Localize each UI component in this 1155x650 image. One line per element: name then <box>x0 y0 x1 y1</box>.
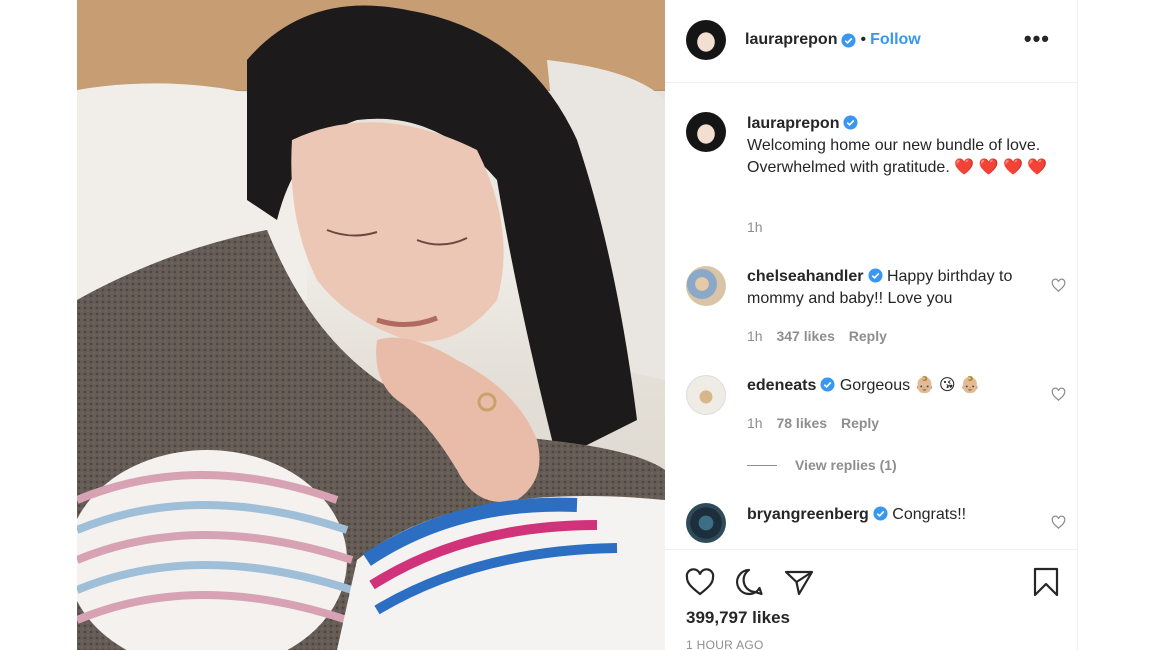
post-header: lauraprepon • Follow ••• <box>665 0 1078 83</box>
comment-likes[interactable]: 78 likes <box>776 415 827 431</box>
owner-avatar[interactable] <box>686 20 726 60</box>
header-username[interactable]: lauraprepon <box>745 31 837 49</box>
like-heart-icon[interactable] <box>684 566 716 598</box>
comment-time[interactable]: 1h <box>747 328 763 344</box>
comment-text-block: bryangreenberg Congrats!! <box>747 504 1057 526</box>
reply-button[interactable]: Reply <box>849 328 887 344</box>
commenter-avatar[interactable] <box>686 266 726 306</box>
post-panel: lauraprepon • Follow ••• lauraprepon Wel… <box>665 0 1078 650</box>
caption-meta: 1h <box>747 219 773 235</box>
view-replies-label: View replies (1) <box>795 457 897 473</box>
post-photo-illustration <box>77 0 665 650</box>
caption-username[interactable]: lauraprepon <box>747 115 839 132</box>
more-options-icon[interactable]: ••• <box>1024 26 1050 52</box>
header-user-row: lauraprepon • Follow <box>745 31 921 49</box>
separator-dot: • <box>860 31 867 48</box>
reply-button[interactable]: Reply <box>841 415 879 431</box>
comment-text-block: chelseahandler Happy birthday to mommy a… <box>747 266 1057 310</box>
comment-username[interactable]: chelseahandler <box>747 268 864 285</box>
comment-bubble-icon[interactable] <box>733 566 765 598</box>
save-bookmark-icon[interactable] <box>1030 566 1062 598</box>
comment-meta: 1h 78 likes Reply <box>747 415 889 431</box>
caption-time[interactable]: 1h <box>747 219 763 235</box>
like-comment-heart-icon[interactable] <box>1051 278 1066 293</box>
comment-time[interactable]: 1h <box>747 415 763 431</box>
caption-text-block: lauraprepon Welcoming home our new bundl… <box>747 113 1057 179</box>
verified-icon <box>820 377 835 392</box>
comment-text-block: edeneats Gorgeous 👶🏼 😘 👶🏼 <box>747 375 1057 397</box>
comment-text: Gorgeous 👶🏼 😘 👶🏼 <box>839 377 980 394</box>
comment-username[interactable]: bryangreenberg <box>747 506 869 523</box>
verified-icon <box>841 32 856 48</box>
post-likes-count[interactable]: 399,797 likes <box>686 608 790 628</box>
verified-icon <box>867 268 883 283</box>
comment-text: Congrats!! <box>892 506 967 523</box>
caption-text: Welcoming home our new bundle of love. O… <box>747 137 1048 176</box>
verified-icon <box>843 115 858 130</box>
comment-username[interactable]: edeneats <box>747 377 816 394</box>
caption-avatar[interactable] <box>686 112 726 152</box>
post-actions: 399,797 likes 1 HOUR AGO <box>665 549 1078 650</box>
commenter-avatar[interactable] <box>686 503 726 543</box>
commenter-avatar[interactable] <box>686 375 726 415</box>
view-replies-button[interactable]: View replies (1) <box>747 457 897 473</box>
post-timestamp[interactable]: 1 HOUR AGO <box>686 638 764 650</box>
comment-likes[interactable]: 347 likes <box>776 328 834 344</box>
replies-divider-line <box>747 464 777 466</box>
follow-button[interactable]: Follow <box>870 31 921 49</box>
post-image[interactable] <box>77 0 665 650</box>
verified-icon <box>873 506 888 521</box>
like-comment-heart-icon[interactable] <box>1051 387 1066 402</box>
comment-meta: 1h 347 likes Reply <box>747 328 897 344</box>
like-comment-heart-icon[interactable] <box>1051 515 1066 530</box>
share-paper-plane-icon[interactable] <box>783 566 815 598</box>
